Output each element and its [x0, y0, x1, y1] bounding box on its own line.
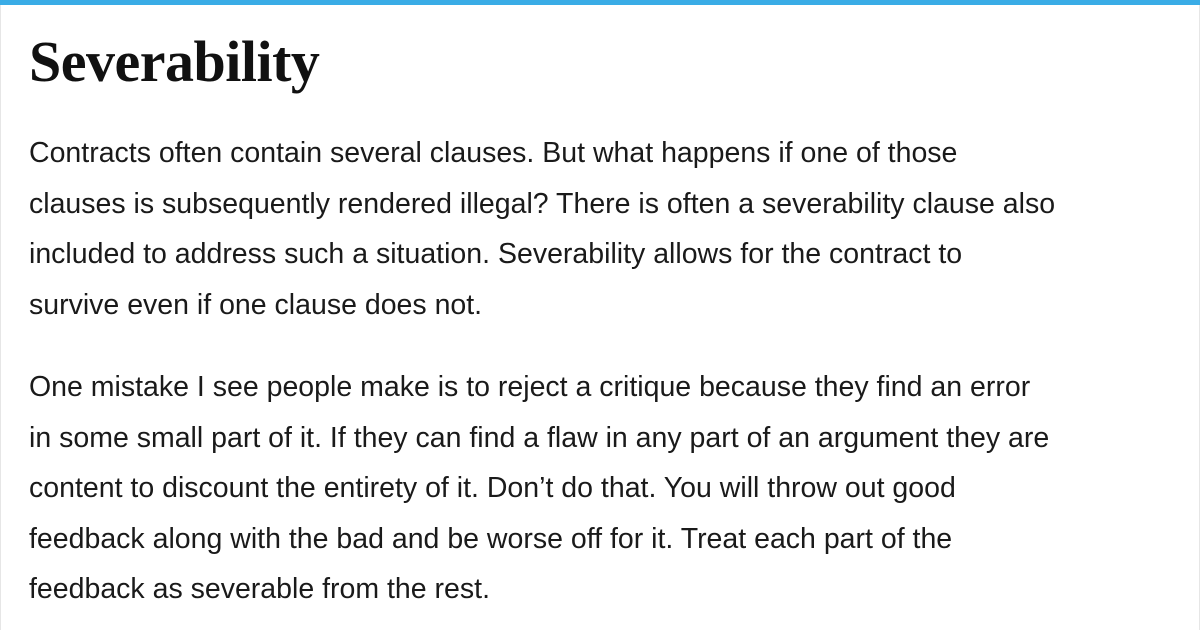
page-frame: Severability Contracts often contain sev… — [0, 5, 1200, 630]
article-paragraph-2: One mistake I see people make is to reje… — [29, 371, 1050, 605]
article-title: Severability — [29, 29, 320, 94]
article-paragraph-1: Contracts often contain several clauses.… — [29, 137, 1056, 321]
article-body: Severability Contracts often contain sev… — [29, 27, 1179, 615]
